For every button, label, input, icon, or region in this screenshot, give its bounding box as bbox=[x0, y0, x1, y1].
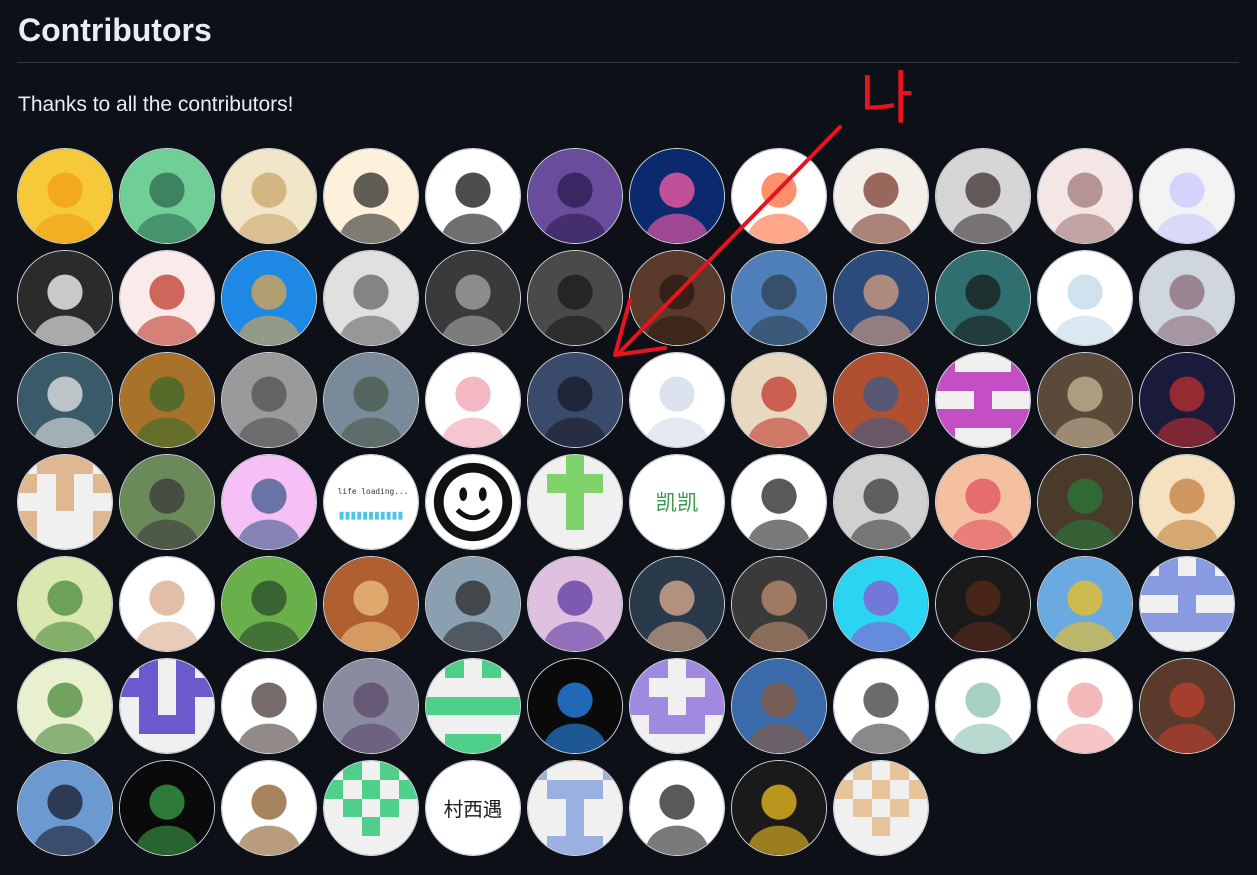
thanks-text: Thanks to all the contributors! bbox=[18, 93, 294, 116]
contributor-avatar[interactable] bbox=[221, 454, 317, 550]
contributor-avatar[interactable] bbox=[935, 352, 1031, 448]
contributor-avatar[interactable] bbox=[629, 148, 725, 244]
contributor-avatar[interactable] bbox=[323, 556, 419, 652]
contributor-avatar[interactable] bbox=[119, 760, 215, 856]
svg-text:life loading...: life loading... bbox=[338, 487, 409, 496]
contributor-avatar[interactable] bbox=[119, 454, 215, 550]
contributor-avatar[interactable] bbox=[629, 556, 725, 652]
contributor-avatar[interactable] bbox=[935, 250, 1031, 346]
contributor-avatar[interactable] bbox=[833, 556, 929, 652]
contributor-avatar[interactable] bbox=[119, 658, 215, 754]
contributor-avatar[interactable] bbox=[731, 250, 827, 346]
contributor-avatar[interactable] bbox=[527, 454, 623, 550]
contributor-avatar[interactable] bbox=[527, 250, 623, 346]
contributor-avatar[interactable] bbox=[833, 760, 929, 856]
contributor-avatar[interactable] bbox=[425, 556, 521, 652]
contributor-avatar[interactable] bbox=[629, 760, 725, 856]
contributor-avatar[interactable] bbox=[935, 148, 1031, 244]
contributor-avatar[interactable] bbox=[17, 454, 113, 550]
contributor-avatar[interactable] bbox=[731, 556, 827, 652]
contributor-avatar[interactable] bbox=[17, 556, 113, 652]
contributor-avatar[interactable] bbox=[119, 556, 215, 652]
contributor-avatar[interactable] bbox=[935, 556, 1031, 652]
contributor-avatar[interactable] bbox=[17, 352, 113, 448]
contributor-avatar[interactable] bbox=[1037, 658, 1133, 754]
contributor-avatar[interactable] bbox=[1037, 250, 1133, 346]
contributors-avatar-grid: life loading... 凯凯村西遇 bbox=[17, 148, 1235, 856]
contributor-avatar[interactable] bbox=[1037, 352, 1133, 448]
contributor-avatar[interactable] bbox=[731, 148, 827, 244]
contributor-avatar[interactable] bbox=[119, 148, 215, 244]
contributor-avatar[interactable] bbox=[1139, 556, 1235, 652]
contributor-avatar[interactable] bbox=[323, 352, 419, 448]
contributor-avatar[interactable] bbox=[527, 760, 623, 856]
contributor-avatar[interactable] bbox=[527, 658, 623, 754]
contributor-avatar[interactable] bbox=[425, 148, 521, 244]
contributor-avatar[interactable] bbox=[1037, 454, 1133, 550]
contributor-avatar[interactable]: 村西遇 bbox=[425, 760, 521, 856]
contributor-avatar[interactable] bbox=[731, 760, 827, 856]
contributor-avatar[interactable] bbox=[1139, 454, 1235, 550]
contributor-avatar[interactable]: 凯凯 bbox=[629, 454, 725, 550]
contributors-heading: Contributors bbox=[18, 12, 212, 48]
contributor-avatar[interactable] bbox=[221, 148, 317, 244]
contributor-avatar[interactable] bbox=[527, 352, 623, 448]
contributor-avatar[interactable] bbox=[731, 658, 827, 754]
contributor-avatar[interactable] bbox=[17, 760, 113, 856]
contributor-avatar[interactable] bbox=[731, 352, 827, 448]
contributor-avatar[interactable] bbox=[833, 148, 929, 244]
contributor-avatar[interactable] bbox=[629, 658, 725, 754]
contributor-avatar[interactable] bbox=[323, 148, 419, 244]
contributor-avatar[interactable] bbox=[17, 148, 113, 244]
contributor-avatar[interactable] bbox=[1037, 556, 1133, 652]
contributor-avatar[interactable] bbox=[323, 250, 419, 346]
contributor-avatar[interactable] bbox=[221, 352, 317, 448]
heading-divider bbox=[17, 62, 1239, 63]
contributor-avatar[interactable] bbox=[323, 760, 419, 856]
contributor-avatar[interactable] bbox=[833, 454, 929, 550]
contributor-avatar[interactable] bbox=[1037, 148, 1133, 244]
contributor-avatar[interactable] bbox=[1139, 250, 1235, 346]
contributor-avatar[interactable] bbox=[221, 250, 317, 346]
contributor-avatar[interactable] bbox=[425, 454, 521, 550]
svg-text:凯凯: 凯凯 bbox=[655, 491, 698, 516]
contributor-avatar[interactable] bbox=[935, 658, 1031, 754]
contributor-avatar[interactable] bbox=[119, 352, 215, 448]
contributor-avatar[interactable] bbox=[731, 454, 827, 550]
contributor-avatar[interactable] bbox=[425, 250, 521, 346]
contributor-avatar[interactable] bbox=[1139, 352, 1235, 448]
contributor-avatar[interactable] bbox=[221, 556, 317, 652]
contributor-avatar[interactable] bbox=[527, 148, 623, 244]
contributor-avatar[interactable] bbox=[833, 658, 929, 754]
contributor-avatar[interactable] bbox=[935, 454, 1031, 550]
svg-text:村西遇: 村西遇 bbox=[444, 798, 503, 821]
contributor-avatar[interactable] bbox=[425, 352, 521, 448]
contributor-avatar[interactable] bbox=[17, 658, 113, 754]
contributor-avatar[interactable] bbox=[629, 250, 725, 346]
korean-annotation-text: 나 bbox=[860, 64, 913, 132]
contributor-avatar[interactable] bbox=[221, 760, 317, 856]
contributor-avatar[interactable] bbox=[1139, 658, 1235, 754]
contributor-avatar[interactable] bbox=[17, 250, 113, 346]
contributor-avatar[interactable] bbox=[833, 250, 929, 346]
contributor-avatar[interactable] bbox=[1139, 148, 1235, 244]
contributor-avatar[interactable] bbox=[629, 352, 725, 448]
contributor-avatar[interactable]: life loading... bbox=[323, 454, 419, 550]
contributor-avatar[interactable] bbox=[323, 658, 419, 754]
contributor-avatar[interactable] bbox=[221, 658, 317, 754]
contributor-avatar[interactable] bbox=[425, 658, 521, 754]
contributor-avatar[interactable] bbox=[527, 556, 623, 652]
contributor-avatar[interactable] bbox=[833, 352, 929, 448]
contributor-avatar[interactable] bbox=[119, 250, 215, 346]
